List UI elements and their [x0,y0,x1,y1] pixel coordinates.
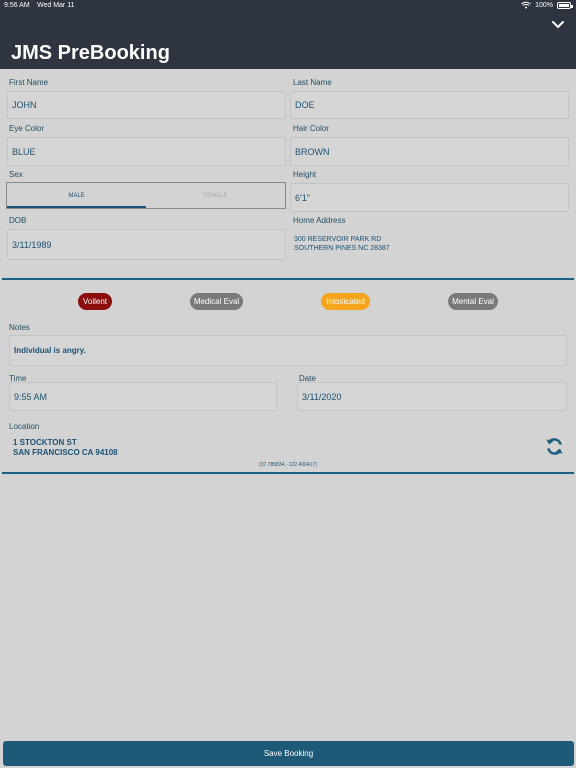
dob-label: DOB [9,216,27,225]
eye-color-label: Eye Color [9,124,45,133]
height-field[interactable]: 6'1" [290,183,569,212]
location-label: Location [9,422,40,431]
sex-option-female[interactable]: FEMALE [146,183,285,208]
eye-color-field[interactable]: BLUE [7,137,286,166]
status-date: Wed Mar 11 [37,2,75,9]
date-field[interactable]: 3/11/2020 [297,382,567,411]
location-coordinates: (37.785834, -122.406417) [259,462,317,468]
home-address-value: 300 RESERVOIR PARK RD SOUTHERN PINES NC … [294,236,390,252]
sex-option-male[interactable]: MALE [7,183,146,208]
sex-label: Sex [9,170,23,179]
wifi-icon [521,1,531,9]
section-divider [2,278,574,280]
dob-field[interactable]: 3/11/1989 [7,229,286,260]
page-title: JMS PreBooking [11,42,170,64]
status-time: 9:56 AM [4,2,30,9]
flag-intoxicated[interactable]: Intoxicated [321,293,370,310]
hair-color-field[interactable]: BROWN [290,137,569,166]
first-name-label: First Name [9,78,49,87]
home-address-label: Home Address [293,216,346,225]
refresh-icon[interactable] [545,437,564,456]
section-divider-bottom [2,472,574,474]
hair-color-label: Hair Color [293,124,330,133]
status-bar: 9:56 AM Wed Mar 11 100% [0,0,576,12]
app-header: 9:56 AM Wed Mar 11 100% JMS PreBooking [0,0,576,69]
time-field[interactable]: 9:55 AM [9,382,277,411]
sex-segmented-control: MALE FEMALE [6,182,286,209]
battery-percent: 100% [535,1,553,9]
last-name-field[interactable]: DOE [290,91,569,119]
notes-label: Notes [9,323,30,332]
first-name-field[interactable]: JOHN [7,91,286,119]
location-address: 1 STOCKTON ST SAN FRANCISCO CA 94108 [13,438,118,457]
chevron-down-icon[interactable] [552,20,564,30]
battery-icon [557,1,573,9]
flag-mental-eval[interactable]: Mental Eval [448,293,498,310]
last-name-label: Last Name [293,78,332,87]
flag-medical-eval[interactable]: Medical Eval [190,293,243,310]
notes-field[interactable]: Individual is angry. [9,335,567,366]
status-right: 100% [521,1,573,9]
save-booking-button[interactable]: Save Booking [3,741,574,766]
height-label: Height [293,170,317,179]
flag-violent[interactable]: Voilent [78,293,112,310]
